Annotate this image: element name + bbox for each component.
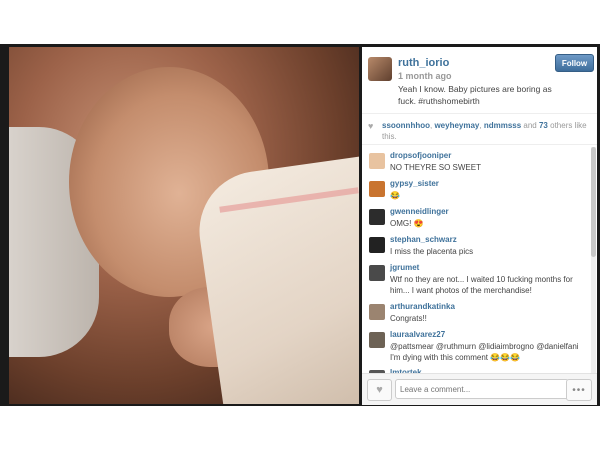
avatar[interactable]	[368, 57, 392, 81]
likes-text: ssoonnhhoo, weyheymay, ndmmsss and 73 ot…	[382, 121, 587, 141]
heart-icon: ♥	[368, 121, 374, 131]
comment-text: 😂	[390, 191, 400, 200]
heart-icon: ♥	[376, 384, 383, 396]
post-photo[interactable]	[9, 47, 359, 404]
comments-scrollbar[interactable]	[591, 147, 596, 373]
post-side-panel: ruth_iorio 1 month ago Yeah I know. Baby…	[362, 47, 597, 405]
post-caption: Yeah I know. Baby pictures are boring as…	[398, 84, 552, 106]
comment-username[interactable]: arthurandkatinka	[390, 302, 455, 311]
comment-text: NO THEYRE SO SWEET	[390, 163, 481, 172]
comment-username[interactable]: jgrumet	[390, 263, 419, 272]
comment-avatar[interactable]	[369, 153, 385, 169]
comment-avatar[interactable]	[369, 304, 385, 320]
comment-avatar[interactable]	[369, 237, 385, 253]
scrollbar-thumb[interactable]	[591, 147, 596, 257]
post-timestamp[interactable]: 1 month ago	[398, 71, 452, 81]
comment-avatar[interactable]	[369, 209, 385, 225]
post-username[interactable]: ruth_iorio	[398, 57, 449, 69]
comment-username[interactable]: lauraalvarez27	[390, 330, 445, 339]
comment-username[interactable]: gwenneidlinger	[390, 207, 449, 216]
comment-input[interactable]	[395, 379, 569, 399]
comment-text: OMG! 😍	[390, 219, 424, 228]
comment-text: @pattsmear @ruthmurn @lidiaimbrogno @dan…	[390, 342, 579, 362]
like-user-2[interactable]: weyheymay	[434, 121, 479, 130]
like-user-3[interactable]: ndmmsss	[484, 121, 521, 130]
likes-bar: ♥ ssoonnhhoo, weyheymay, ndmmsss and 73 …	[362, 113, 597, 145]
likes-count[interactable]: 73	[539, 121, 548, 130]
comment-avatar[interactable]	[369, 181, 385, 197]
comment-text: I miss the placenta pics	[390, 247, 474, 256]
comment-avatar[interactable]	[369, 332, 385, 348]
like-button[interactable]: ♥	[367, 379, 392, 401]
comment-text: Wtf no they are not... I waited 10 fucki…	[390, 275, 573, 295]
more-options-button[interactable]: •••	[566, 379, 592, 401]
comment-footer: ♥ •••	[362, 373, 597, 405]
post-header: ruth_iorio 1 month ago Yeah I know. Baby…	[362, 47, 597, 109]
comment-username[interactable]: stephan_schwarz	[390, 235, 457, 244]
follow-button[interactable]: Follow	[555, 54, 594, 72]
comment-avatar[interactable]	[369, 265, 385, 281]
more-icon: •••	[572, 384, 586, 396]
comment-text: Congrats!!	[390, 314, 427, 323]
comments-list: dropsofjooniper NO THEYRE SO SWEET gypsy…	[362, 147, 590, 373]
like-user-1[interactable]: ssoonnhhoo	[382, 121, 430, 130]
comment-username[interactable]: gypsy_sister	[390, 179, 439, 188]
comment-username[interactable]: dropsofjooniper	[390, 151, 451, 160]
